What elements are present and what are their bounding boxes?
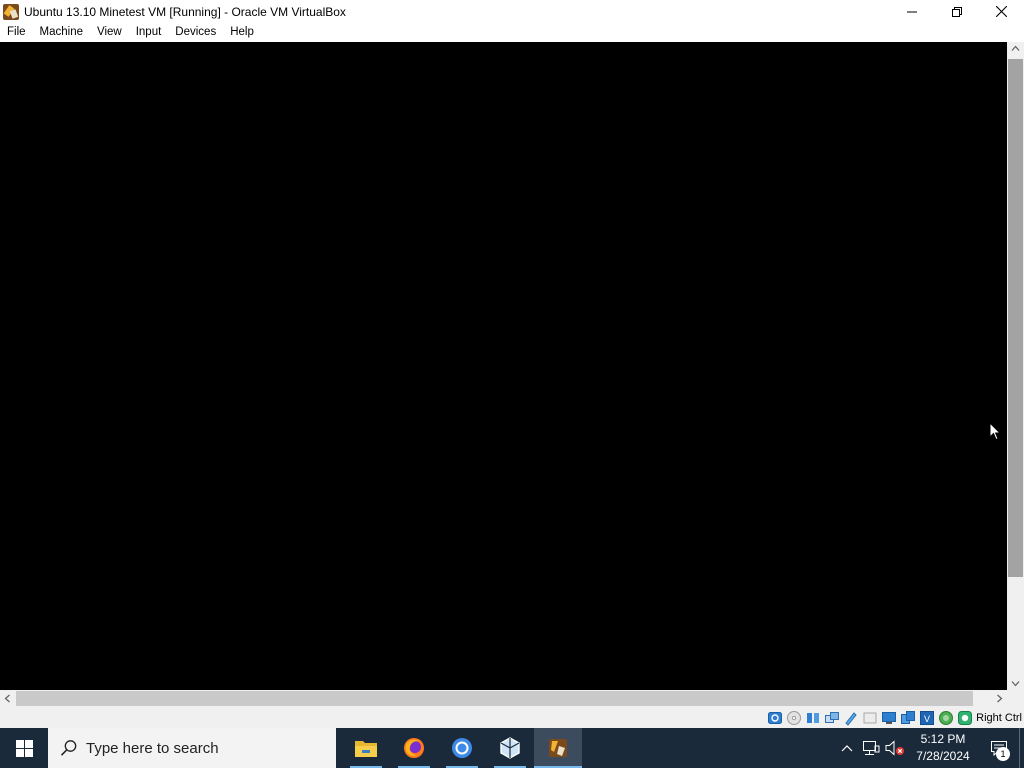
start-button[interactable] [0,728,48,768]
clock-date: 7/28/2024 [916,749,970,763]
volume-muted-icon [885,740,904,756]
hard-disk-icon[interactable] [767,710,783,726]
taskbar-search-box[interactable]: Type here to search [48,728,336,768]
chrome-icon [452,738,472,758]
menu-input[interactable]: Input [129,23,169,42]
usb-icon[interactable] [843,710,859,726]
search-placeholder: Type here to search [86,739,219,757]
search-icon [60,740,77,756]
scroll-corner [1007,690,1024,707]
horizontal-scroll-thumb[interactable] [16,691,973,706]
taskbar-firefox[interactable] [390,728,438,768]
audio-icon[interactable] [805,710,821,726]
windows-taskbar: Type here to search 5:12 PM 7/28/2024 1 [0,728,1024,768]
video-capture-icon[interactable] [900,710,916,726]
virtualbox-manager-icon [500,737,520,759]
clock-time: 5:12 PM [920,732,966,746]
vertical-scroll-thumb[interactable] [1008,59,1023,577]
file-explorer-icon [355,741,377,757]
taskbar-chrome[interactable] [438,728,486,768]
display-icon[interactable] [881,710,897,726]
network-wired-icon [863,741,880,755]
menu-machine[interactable]: Machine [33,23,90,42]
menu-bar: File Machine View Input Devices Help [0,23,1024,42]
taskbar-virtualbox-vm[interactable] [534,728,582,768]
vm-status-bar: V Right Ctrl [0,707,1024,728]
guest-additions-icon[interactable] [957,710,973,726]
restore-icon [951,6,962,17]
scroll-left-icon[interactable] [3,694,12,703]
svg-text:V: V [924,714,930,724]
optical-drive-icon[interactable] [786,710,802,726]
notification-count-badge: 1 [996,747,1010,761]
action-center-button[interactable]: 1 [979,728,1019,768]
taskbar-apps [336,728,582,768]
shared-folders-icon[interactable] [862,710,878,726]
cpu-icon[interactable] [938,710,954,726]
show-hidden-icons-button[interactable] [835,728,859,768]
host-key-label[interactable]: Right Ctrl [976,712,1022,724]
window-title: Ubuntu 13.10 Minetest VM [Running] - Ora… [24,4,346,19]
system-tray: 5:12 PM 7/28/2024 1 [835,728,1024,768]
scroll-right-icon[interactable] [995,694,1004,703]
taskbar-clock[interactable]: 5:12 PM 7/28/2024 [907,731,979,765]
window-controls [889,0,1024,23]
chevron-up-icon [841,745,853,752]
taskbar-file-explorer[interactable] [342,728,390,768]
firefox-icon [404,738,424,758]
menu-file[interactable]: File [0,23,33,42]
scroll-down-icon[interactable] [1011,679,1020,688]
menu-view[interactable]: View [90,23,129,42]
windows-logo-icon [15,739,33,757]
close-icon [996,6,1007,17]
network-icon[interactable] [824,710,840,726]
menu-help[interactable]: Help [223,23,261,42]
horizontal-scrollbar[interactable] [0,690,1007,707]
taskbar-virtualbox-manager[interactable] [486,728,534,768]
vertical-scrollbar[interactable] [1007,42,1024,690]
network-status-button[interactable] [859,728,883,768]
minimize-icon [906,11,917,12]
menu-devices[interactable]: Devices [168,23,223,42]
virtualbox-vm-icon [549,739,567,757]
restore-button[interactable] [934,0,979,23]
vm-display[interactable] [0,42,1007,690]
title-bar[interactable]: Ubuntu 13.10 Minetest VM [Running] - Ora… [0,0,1024,23]
virtualbox-app-icon[interactable] [3,3,19,20]
close-button[interactable] [979,0,1024,23]
mouse-pointer-icon [989,422,1001,441]
scroll-up-icon[interactable] [1011,44,1020,53]
minimize-button[interactable] [889,0,934,23]
show-desktop-button[interactable] [1019,728,1024,768]
volume-button[interactable] [883,728,907,768]
mouse-integration-icon[interactable]: V [919,710,935,726]
